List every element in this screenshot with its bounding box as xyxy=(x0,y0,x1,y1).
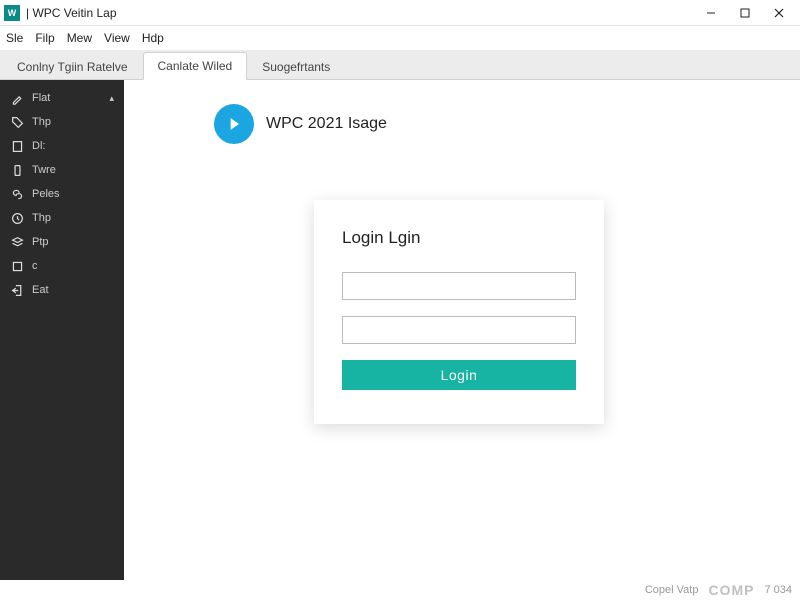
tabbar: Conlny Tgiin Ratelve Canlate Wiled Suoge… xyxy=(0,50,800,80)
exit-icon xyxy=(10,283,24,297)
login-button[interactable]: Login xyxy=(342,360,576,390)
sidebar-item-label: Thp xyxy=(32,116,51,128)
sidebar-item-flat[interactable]: Flat ▴ xyxy=(0,86,124,110)
menu-item[interactable]: Filp xyxy=(35,31,54,45)
chevron-up-icon: ▴ xyxy=(109,93,114,104)
window-title: | WPC Veitin Lap xyxy=(26,6,694,20)
menu-item[interactable]: Hdp xyxy=(142,31,164,45)
close-button[interactable] xyxy=(762,0,796,26)
status-left: Copel Vatp xyxy=(645,584,699,596)
sidebar-item-twre[interactable]: Twre xyxy=(0,158,124,182)
window-controls xyxy=(694,0,796,26)
link-icon xyxy=(10,187,24,201)
login-card: Login Lgin Login xyxy=(314,200,604,424)
app-icon: W xyxy=(4,5,20,21)
sidebar-item-label: Eat xyxy=(32,284,49,296)
sidebar: Flat ▴ Thp Dl: Twre Peles Thp Ptp xyxy=(0,80,124,580)
brush-icon xyxy=(10,91,24,105)
username-input[interactable] xyxy=(342,272,576,300)
phone-icon xyxy=(10,163,24,177)
statusbar: Copel Vatp COMP 7 034 xyxy=(0,580,800,600)
sidebar-item-label: Twre xyxy=(32,164,56,176)
status-brand: COMP xyxy=(708,582,754,598)
page-icon xyxy=(10,139,24,153)
sidebar-item-label: Flat xyxy=(32,92,50,104)
sidebar-item-label: c xyxy=(32,260,38,272)
arrow-right-icon[interactable] xyxy=(214,104,254,144)
sidebar-item-label: Ptp xyxy=(32,236,49,248)
content: WPC 2021 Isage Login Lgin Login xyxy=(124,80,800,580)
sidebar-item-thp2[interactable]: Thp xyxy=(0,206,124,230)
tab-suogef[interactable]: Suogefrtants xyxy=(247,53,345,80)
titlebar: W | WPC Veitin Lap xyxy=(0,0,800,26)
sidebar-item-peles[interactable]: Peles xyxy=(0,182,124,206)
menu-item[interactable]: View xyxy=(104,31,130,45)
menubar: Sle Filp Mew View Hdp xyxy=(0,26,800,50)
clock-icon xyxy=(10,211,24,225)
body: Flat ▴ Thp Dl: Twre Peles Thp Ptp xyxy=(0,80,800,580)
maximize-button[interactable] xyxy=(728,0,762,26)
sidebar-item-label: Peles xyxy=(32,188,60,200)
square-icon xyxy=(10,259,24,273)
sidebar-item-ptp[interactable]: Ptp xyxy=(0,230,124,254)
tab-canlate[interactable]: Canlate Wiled xyxy=(143,52,248,80)
sidebar-item-eat[interactable]: Eat xyxy=(0,278,124,302)
layers-icon xyxy=(10,235,24,249)
sidebar-item-label: Dl: xyxy=(32,140,45,152)
menu-item[interactable]: Mew xyxy=(67,31,92,45)
page-header: WPC 2021 Isage xyxy=(214,104,770,144)
minimize-button[interactable] xyxy=(694,0,728,26)
page-title: WPC 2021 Isage xyxy=(266,115,387,133)
tab-contny[interactable]: Conlny Tgiin Ratelve xyxy=(2,53,143,80)
login-heading: Login Lgin xyxy=(342,228,576,248)
menu-item[interactable]: Sle xyxy=(6,31,23,45)
sidebar-item-label: Thp xyxy=(32,212,51,224)
tag-icon xyxy=(10,115,24,129)
sidebar-item-thp[interactable]: Thp xyxy=(0,110,124,134)
status-right: 7 034 xyxy=(764,584,792,596)
sidebar-item-dl[interactable]: Dl: xyxy=(0,134,124,158)
password-input[interactable] xyxy=(342,316,576,344)
sidebar-item-c[interactable]: c xyxy=(0,254,124,278)
